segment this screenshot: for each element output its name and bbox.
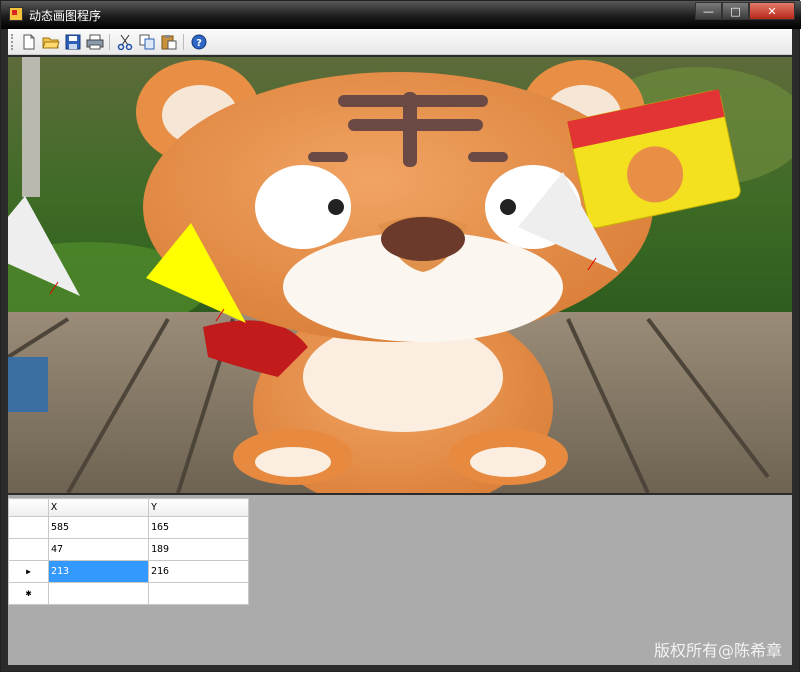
- main-window: 动态画图程序 — □ ✕ ? X Y 585 165 47 189 ▶ 213 …: [0, 0, 801, 672]
- toolbar-separator: [109, 34, 110, 50]
- new-file-icon: [23, 34, 35, 50]
- maximize-button[interactable]: □: [722, 2, 749, 20]
- title-bar[interactable]: 动态画图程序 — □ ✕: [1, 1, 801, 29]
- copyright-watermark: 版权所有@陈希章: [653, 641, 782, 660]
- table-row[interactable]: 47 189: [8, 538, 249, 561]
- print-button[interactable]: [86, 33, 104, 51]
- tiger-nose-tip: [381, 217, 465, 261]
- row-header-corner[interactable]: [8, 498, 49, 517]
- toolbar: ?: [8, 29, 792, 55]
- paste-icon: [161, 35, 177, 50]
- cell-x[interactable]: 47: [48, 538, 149, 561]
- paste-button[interactable]: [160, 33, 178, 51]
- table-row[interactable]: ▶ 213 216: [8, 560, 249, 583]
- tiger-foot-pad: [470, 447, 546, 477]
- drawing-canvas[interactable]: [8, 57, 792, 493]
- coordinate-grid[interactable]: X Y 585 165 47 189 ▶ 213 216 ✱: [8, 498, 249, 605]
- cell-y[interactable]: 216: [148, 560, 249, 583]
- row-header-current[interactable]: ▶: [8, 560, 49, 583]
- cell-x[interactable]: [48, 582, 149, 605]
- help-button[interactable]: ?: [190, 33, 208, 51]
- cell-y[interactable]: [148, 582, 249, 605]
- close-button[interactable]: ✕: [749, 2, 795, 20]
- grid-header-row: X Y: [8, 498, 249, 517]
- table-row[interactable]: 585 165: [8, 516, 249, 539]
- cell-x[interactable]: 213: [48, 560, 149, 583]
- minimize-button[interactable]: —: [695, 2, 722, 20]
- tiger-pupil-right: [500, 199, 516, 215]
- copy-button[interactable]: [138, 33, 156, 51]
- open-button[interactable]: [42, 33, 60, 51]
- save-icon: [65, 34, 81, 50]
- column-header-y[interactable]: Y: [148, 498, 249, 517]
- svg-text:?: ?: [196, 38, 202, 49]
- cell-y[interactable]: 189: [148, 538, 249, 561]
- open-folder-icon: [42, 37, 60, 49]
- tiger-foot-pad: [255, 447, 331, 477]
- cell-y[interactable]: 165: [148, 516, 249, 539]
- window-title: 动态画图程序: [29, 9, 102, 23]
- new-file-button[interactable]: [20, 33, 38, 51]
- cell-x[interactable]: 585: [48, 516, 149, 539]
- copy-icon: [139, 34, 155, 50]
- help-icon: ?: [191, 34, 207, 50]
- cut-button[interactable]: [116, 33, 134, 51]
- toolbar-grip[interactable]: [11, 34, 15, 50]
- print-icon: [86, 34, 104, 50]
- save-button[interactable]: [64, 33, 82, 51]
- table-row-new[interactable]: ✱: [8, 582, 249, 605]
- book-stack: [8, 357, 48, 412]
- window-controls: — □ ✕: [695, 2, 795, 21]
- canvas-scene: [8, 57, 792, 493]
- toolbar-separator: [183, 34, 184, 50]
- row-header[interactable]: [8, 538, 49, 561]
- row-header[interactable]: [8, 516, 49, 539]
- left-post: [22, 57, 40, 197]
- tiger-pupil-left: [328, 199, 344, 215]
- app-icon[interactable]: [9, 7, 23, 21]
- column-header-x[interactable]: X: [48, 498, 149, 517]
- coordinate-grid-panel: X Y 585 165 47 189 ▶ 213 216 ✱ 版权所有@陈希章: [8, 495, 792, 665]
- cut-icon: [117, 34, 133, 50]
- row-header-new[interactable]: ✱: [8, 582, 49, 605]
